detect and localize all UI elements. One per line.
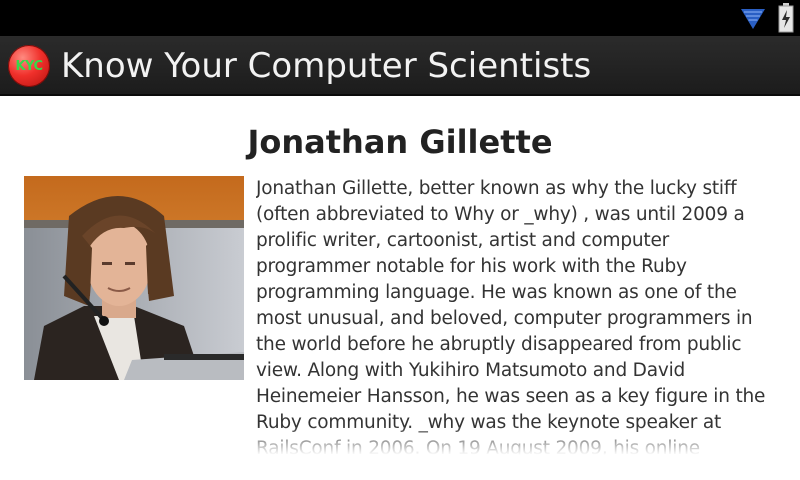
- wifi-icon: [741, 9, 765, 29]
- scientist-name: Jonathan Gillette: [247, 123, 553, 161]
- app-title: Know Your Computer Scientists: [61, 46, 592, 86]
- battery-charging-icon: [778, 3, 794, 33]
- scientist-detail: Jonathan Gillette Jonathan Gillette, bet…: [0, 96, 800, 480]
- scroll-fade-edge: [250, 426, 800, 460]
- app-logo-icon[interactable]: KYC: [8, 45, 50, 87]
- action-bar: KYC Know Your Computer Scientists: [0, 36, 800, 96]
- app-logo-text: KYC: [15, 58, 43, 74]
- scientist-portrait: [24, 176, 244, 380]
- status-icons: [740, 2, 794, 34]
- scientist-bio: Jonathan Gillette, better known as why t…: [256, 178, 766, 456]
- status-bar: [0, 0, 800, 36]
